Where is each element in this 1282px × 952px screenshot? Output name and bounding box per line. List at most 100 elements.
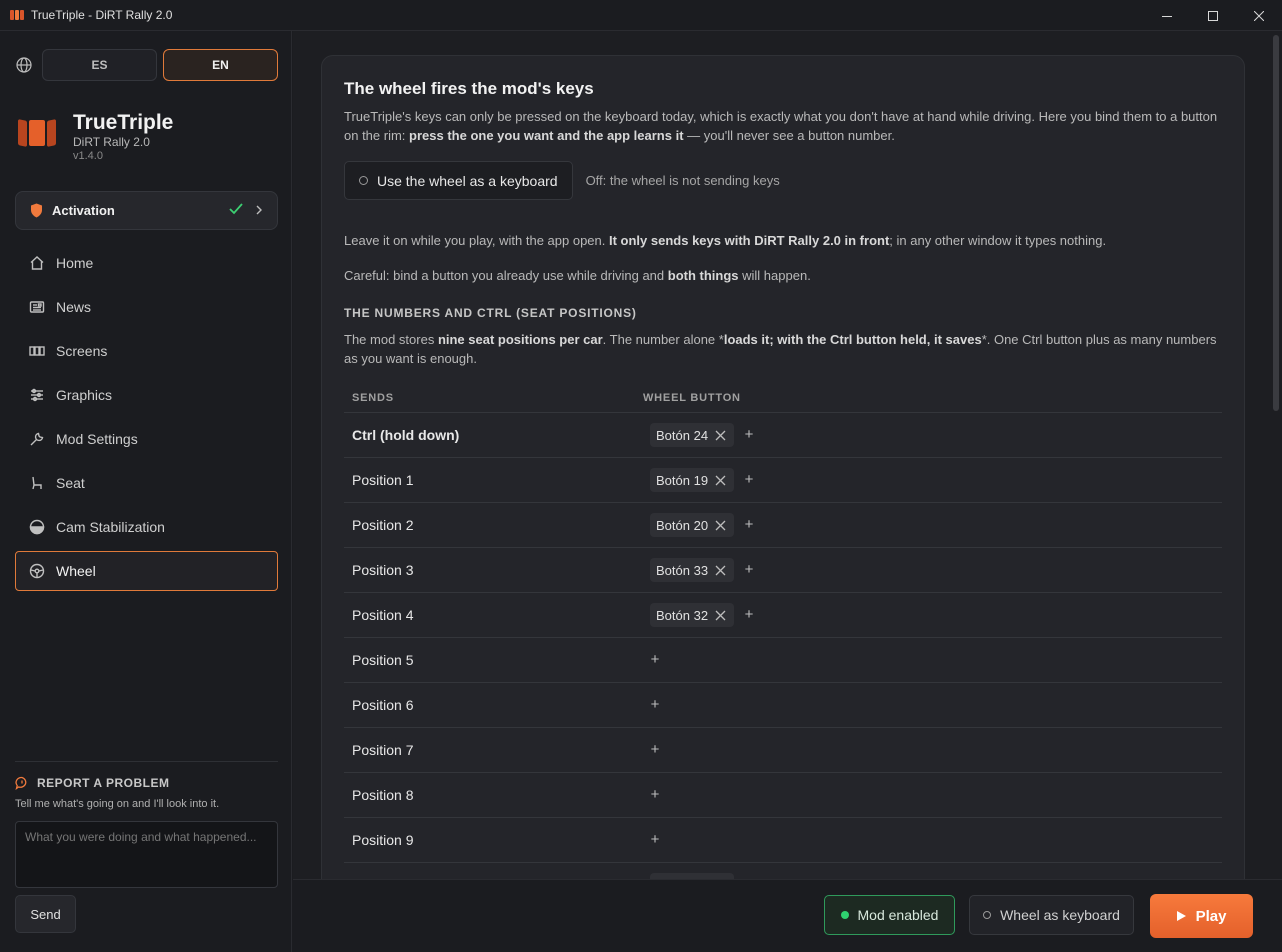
wheel-button-cell: Botón 24 +	[650, 423, 754, 447]
brand-name: TrueTriple	[73, 111, 174, 134]
add-binding-button[interactable]: +	[744, 472, 754, 487]
sends-cell: Position 1	[352, 472, 414, 488]
activation-label: Activation	[52, 203, 115, 218]
add-binding-button[interactable]: +	[650, 652, 660, 667]
brand-game: DiRT Rally 2.0	[73, 135, 150, 149]
wheel-button-cell: Botón 20 +	[650, 513, 754, 537]
add-binding-button[interactable]: +	[650, 832, 660, 847]
add-binding-button[interactable]: +	[650, 697, 660, 712]
language-es-button[interactable]: ES	[42, 49, 157, 81]
wheel-button-cell: +	[650, 832, 660, 847]
window-title: TrueTriple - DiRT Rally 2.0	[31, 8, 173, 22]
add-binding-button[interactable]: +	[744, 427, 754, 442]
sidebar-item-label: Home	[56, 255, 94, 271]
button-binding-chip: Botón 20	[650, 513, 735, 537]
remove-binding-icon[interactable]	[715, 610, 726, 621]
table-row: Position 8 +	[344, 773, 1222, 818]
play-button[interactable]: Play	[1150, 894, 1253, 938]
sidebar-item-wheel[interactable]: Wheel	[15, 551, 278, 591]
sidebar-item-home[interactable]: Home	[15, 243, 278, 283]
maximize-button[interactable]	[1190, 0, 1236, 31]
send-button[interactable]: Send	[15, 895, 76, 933]
wheel-as-keyboard-button[interactable]: Wheel as keyboard	[969, 895, 1134, 935]
sends-cell: Position 8	[352, 787, 414, 803]
table-row: Position 5 +	[344, 638, 1222, 683]
button-binding-chip: Botón 24	[650, 423, 735, 447]
table-row: Position 9 +	[344, 818, 1222, 863]
wheel-card: The wheel fires the mod's keys TrueTripl…	[321, 55, 1245, 879]
wheel-button-cell: +	[650, 787, 660, 802]
wheel-keyboard-toggle[interactable]: Use the wheel as a keyboard	[344, 161, 573, 200]
usage-note: Leave it on while you play, with the app…	[344, 233, 1107, 248]
sends-cell: Position 7	[352, 742, 414, 758]
close-button[interactable]	[1236, 0, 1282, 31]
add-binding-button[interactable]: +	[650, 787, 660, 802]
remove-binding-icon[interactable]	[715, 520, 726, 531]
sidebar-item-label: News	[56, 299, 92, 315]
sends-cell: Position 5	[352, 652, 414, 668]
wrench-icon	[28, 430, 46, 448]
sidebar-item-mod-settings[interactable]: Mod Settings	[15, 419, 278, 459]
section-title: THE NUMBERS AND CTRL (SEAT POSITIONS)	[344, 306, 637, 320]
button-binding-chip: Botón 32	[650, 603, 735, 627]
sidebar-item-label: Screens	[56, 343, 108, 359]
table-row: Position 2 Botón 20 +	[344, 503, 1222, 548]
toggle-status: Off: the wheel is not sending keys	[585, 173, 780, 188]
button-binding-chip: Botón 19	[650, 468, 735, 492]
home-icon	[28, 254, 46, 272]
mod-enabled-button[interactable]: Mod enabled	[824, 895, 955, 935]
brand-version: v1.4.0	[73, 150, 103, 162]
truetriple-logo-icon	[18, 119, 58, 147]
seat-icon	[28, 474, 46, 492]
button-binding-label: Botón 32	[656, 607, 709, 623]
activation-button[interactable]: Activation	[15, 191, 278, 230]
add-binding-button[interactable]: +	[650, 742, 660, 757]
chevron-right-icon	[256, 205, 262, 215]
news-icon	[28, 298, 46, 316]
language-en-button[interactable]: EN	[163, 49, 278, 81]
remove-binding-icon[interactable]	[715, 430, 726, 441]
globe-icon	[16, 57, 32, 73]
table-row: Position 6 +	[344, 683, 1222, 728]
wheel-button-cell: +	[650, 652, 660, 667]
bottom-bar: Mod enabled Wheel as keyboard Play	[293, 879, 1282, 952]
brand: TrueTriple DiRT Rally 2.0 v1.4.0	[18, 111, 173, 163]
add-binding-button[interactable]: +	[744, 562, 754, 577]
report-subtitle: Tell me what's going on and I'll look in…	[15, 798, 220, 810]
steering-wheel-icon	[28, 562, 46, 580]
sidebar-item-news[interactable]: News	[15, 287, 278, 327]
check-icon	[229, 203, 243, 215]
sidebar-item-cam-stabilization[interactable]: Cam Stabilization	[15, 507, 278, 547]
stabilization-icon	[28, 518, 46, 536]
sidebar-item-screens[interactable]: Screens	[15, 331, 278, 371]
button-binding-label: Botón 24	[656, 427, 709, 443]
sidebar-item-graphics[interactable]: Graphics	[15, 375, 278, 415]
shield-icon	[31, 203, 42, 218]
screens-icon	[28, 342, 46, 360]
table-row: Position 1 Botón 19 +	[344, 458, 1222, 503]
play-icon	[1176, 911, 1186, 921]
table-row: Position 4 Botón 32 +	[344, 593, 1222, 638]
table-row: Position 3 Botón 33 +	[344, 548, 1222, 593]
warning-note: Careful: bind a button you already use w…	[344, 268, 811, 283]
table-row: Jump to the next saved oneBotón 37+	[344, 863, 1222, 879]
remove-binding-icon[interactable]	[715, 475, 726, 486]
button-binding-chip: Botón 33	[650, 558, 735, 582]
sends-cell: Ctrl (hold down)	[352, 427, 460, 443]
speech-bubble-icon	[15, 776, 27, 790]
section-description: The mod stores nine seat positions per c…	[344, 332, 1217, 366]
intro-text: TrueTriple's keys can only be pressed on…	[344, 109, 1218, 143]
minimize-button[interactable]	[1144, 0, 1190, 31]
report-textarea[interactable]	[15, 821, 278, 888]
remove-binding-icon[interactable]	[715, 565, 726, 576]
scrollbar[interactable]	[1273, 35, 1279, 411]
sends-cell: Position 9	[352, 832, 414, 848]
sends-cell: Position 3	[352, 562, 414, 578]
add-binding-button[interactable]: +	[744, 607, 754, 622]
add-binding-button[interactable]: +	[744, 517, 754, 532]
wheel-button-cell: Botón 33 +	[650, 558, 754, 582]
sidebar-item-seat[interactable]: Seat	[15, 463, 278, 503]
page-title: The wheel fires the mod's keys	[344, 79, 594, 98]
language-switcher: ES EN	[15, 49, 284, 81]
table-row: Ctrl (hold down) Botón 24 +	[344, 413, 1222, 458]
